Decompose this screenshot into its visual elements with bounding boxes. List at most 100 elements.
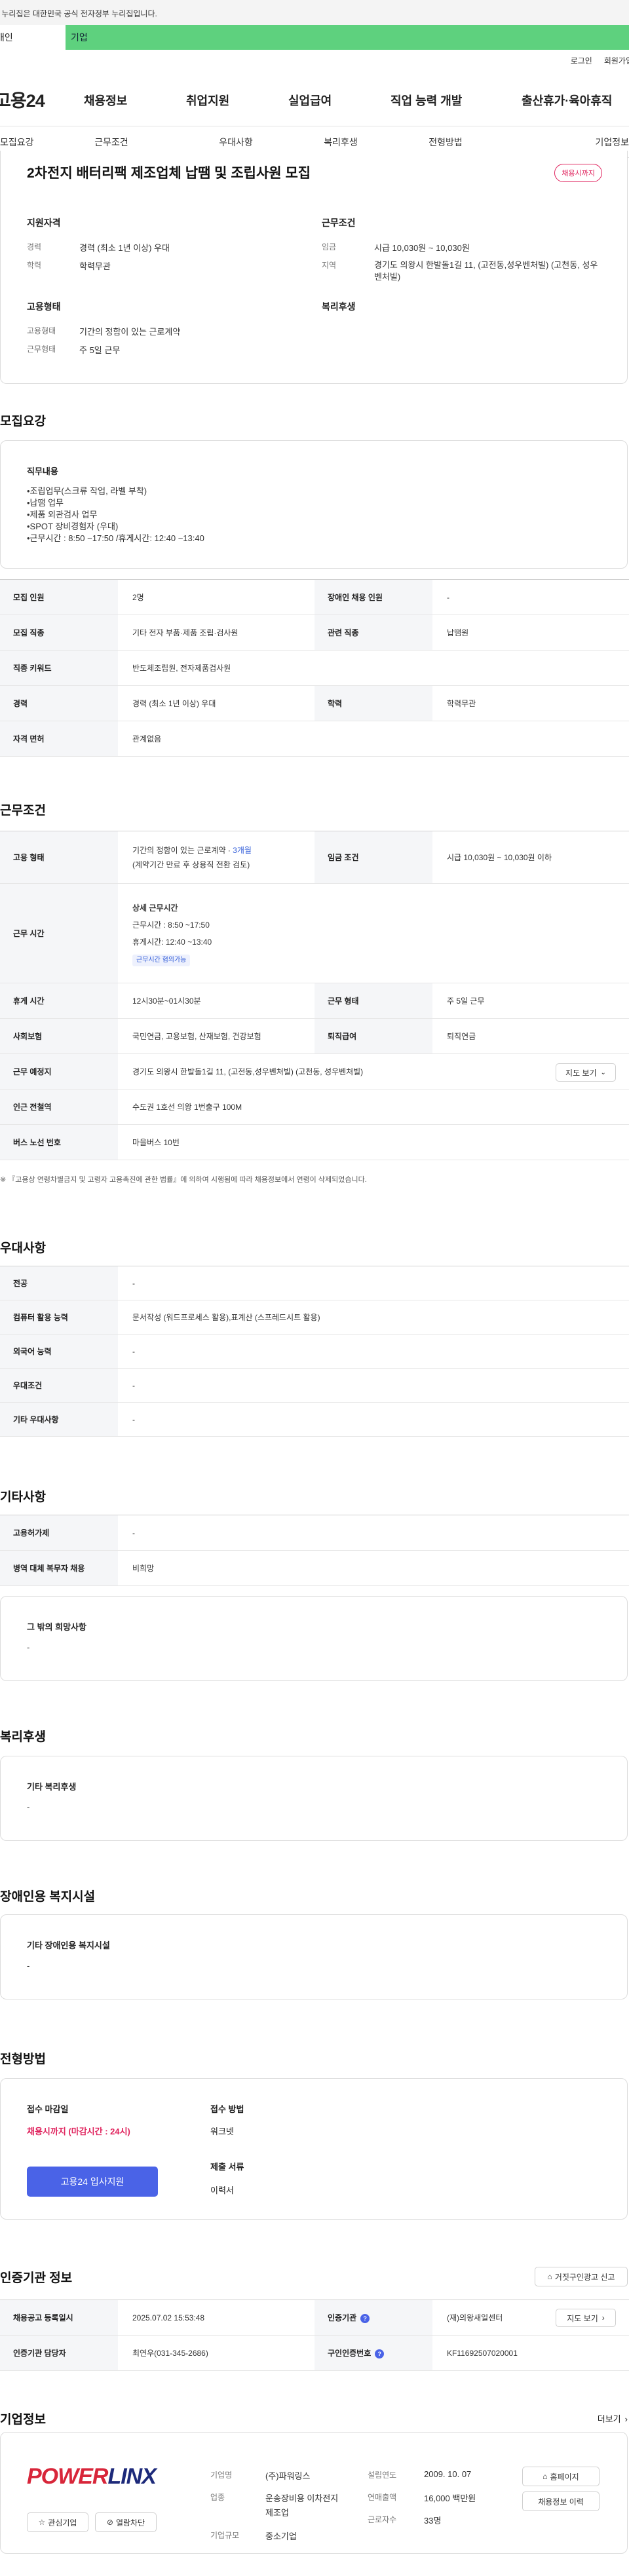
tab-personal[interactable]: 개인 xyxy=(0,25,66,50)
table-cell: 시급 10,030원 ~ 10,030원 이하 xyxy=(432,831,629,884)
method-label: 접수 방법 xyxy=(210,2104,244,2114)
table-header: 임금 조건 xyxy=(314,831,432,884)
nav-parental-leave[interactable]: 출산휴가·육아휴직 xyxy=(522,92,629,109)
tab-company[interactable]: 기업 xyxy=(66,25,88,50)
job-history-button[interactable]: 채용정보 이력 xyxy=(522,2491,600,2511)
table-cell: 비희망 xyxy=(118,1550,629,1586)
table-cell: 관계없음 xyxy=(118,721,629,757)
gov-banner-text: 이 누리집은 대한민국 공식 전자정부 누리집입니다. xyxy=(0,9,157,18)
nav-vocational-training[interactable]: 직업 능력 개발 xyxy=(391,92,522,109)
employees-value: 33명 xyxy=(424,2516,442,2526)
table-cell: - xyxy=(118,1402,629,1437)
snb-pref[interactable]: 우대사항 xyxy=(183,136,288,149)
table-cell: 퇴직연금 xyxy=(432,1018,629,1054)
chevron-right-icon: › xyxy=(601,2313,605,2322)
nav-job-info[interactable]: 채용정보 xyxy=(84,92,186,109)
table-header: 인증기관 담당자 xyxy=(0,2335,118,2371)
est-label: 설립연도 xyxy=(368,2471,397,2480)
table-cell: - xyxy=(118,1515,629,1551)
industry-label: 업종 xyxy=(210,2493,225,2502)
table-cell: 주 5일 근무 xyxy=(432,983,629,1019)
disab-heading: 장애인용 복지시설 xyxy=(0,1890,96,1904)
report-fake-ad-button[interactable]: ⌂ 거짓구인광고 신고 xyxy=(535,2267,628,2286)
duty-item: •SPOT 장비경험자 (우대) xyxy=(27,521,119,531)
cond-title: 근무조건 xyxy=(322,218,356,228)
nav-employment-support[interactable]: 취업지원 xyxy=(186,92,288,109)
worktype-label: 근무형태 xyxy=(27,345,56,354)
login-link[interactable]: 로그인 xyxy=(571,55,592,66)
table-header: 직종 키워드 xyxy=(0,650,118,686)
gov-banner: 이 누리집은 대한민국 공식 전자정부 누리집입니다. xyxy=(0,0,629,25)
table-cell: - xyxy=(118,1334,629,1369)
table-header: 컴퓨터 활용 능력 xyxy=(0,1300,118,1335)
snb-company[interactable]: 기업정보 xyxy=(498,136,629,149)
hours-negotiable-badge: 근무시간 협의가능 xyxy=(132,954,191,966)
table-row: 버스 노선 번호 마을버스 10번 xyxy=(0,1124,629,1160)
info-icon[interactable]: ? xyxy=(360,2314,370,2323)
favorite-company-button[interactable]: ☆ 관심기업 xyxy=(27,2512,88,2532)
user-type-tabs: 개인 기업 xyxy=(0,25,629,50)
deadline-value: 채용시까지 (마감시간 : 24시) xyxy=(27,2127,130,2136)
home-icon: ⌂ xyxy=(543,2472,548,2481)
table-row: 우대조건 - xyxy=(0,1368,629,1403)
etc-table: 고용허가제 - 병역 대체 복무자 채용 비희망 xyxy=(0,1515,629,1586)
block-view-button[interactable]: ⊘ 열람차단 xyxy=(95,2512,157,2532)
hours-break: 휴게시간: 12:40 ~13:40 xyxy=(132,937,212,947)
welfare-box-value: - xyxy=(27,1802,30,1812)
company-size-value: 중소기업 xyxy=(265,2531,297,2541)
edu-label: 학력 xyxy=(27,261,42,270)
chevron-right-icon: › xyxy=(624,2414,628,2424)
cert-heading: 인증기관 정보 xyxy=(0,2271,73,2285)
duty-title: 직무내용 xyxy=(27,466,58,476)
process-heading: 전형방법 xyxy=(0,2053,46,2066)
company-more-link[interactable]: 더보기 › xyxy=(598,2412,628,2425)
hours-work: 근무시간 : 8:50 ~17:50 xyxy=(132,920,210,930)
site-logo[interactable]: 고용24 xyxy=(0,86,45,112)
cert-table: 채용공고 등록일시 2025.07.02 15:53:48 인증기관? (재)의… xyxy=(0,2300,629,2371)
table-cell: KF11692507020001 xyxy=(432,2335,629,2371)
chevron-down-icon: ⌄ xyxy=(600,1069,606,1076)
table-row: 자격 면허 관계없음 xyxy=(0,721,629,757)
process-box: 접수 마감일 채용시까지 (마감시간 : 24시) 고용24 입사지원 접수 방… xyxy=(0,2078,628,2220)
work-table: 고용 형태 기간의 정함이 있는 근로계약 · 3개월 (계약기간 만료 후 상… xyxy=(0,831,629,1160)
method-value: 워크넷 xyxy=(210,2127,234,2136)
work-heading: 근무조건 xyxy=(0,804,46,818)
table-row: 근무 시간 상세 근무시간 근무시간 : 8:50 ~17:50 휴게시간: 1… xyxy=(0,883,629,983)
table-row: 채용공고 등록일시 2025.07.02 15:53:48 인증기관? (재)의… xyxy=(0,2300,629,2336)
snb-process[interactable]: 전형방법 xyxy=(393,136,498,149)
welfare-box: 기타 복리후생 - xyxy=(0,1756,628,1841)
job-summary-card: 2차전지 배터리팩 제조업체 납땜 및 조립사원 모집 채용시까지 지원자격 경… xyxy=(0,151,628,384)
table-cell: 기타 전자 부품·제품 조립·검사원 xyxy=(118,615,314,651)
snb-recruit[interactable]: 모집요강 xyxy=(0,136,39,149)
docs-value: 이력서 xyxy=(210,2186,234,2195)
company-name-value: (주)파워링스 xyxy=(265,2471,311,2481)
docs-label: 제출 서류 xyxy=(210,2162,244,2172)
table-header: 고용허가제 xyxy=(0,1515,118,1551)
table-cell: 문서작성 (워드프로세스 활용),표계산 (스프레드시트 활용) xyxy=(118,1300,629,1335)
homepage-button[interactable]: ⌂ 홈페이지 xyxy=(522,2467,600,2486)
table-cell: 국민연금, 고용보험, 산재보험, 건강보험 xyxy=(118,1018,314,1054)
snb-work[interactable]: 근무조건 xyxy=(39,136,183,149)
duty-item: •제품 외관검사 업무 xyxy=(27,510,98,520)
signup-link[interactable]: 회원가입 xyxy=(604,55,629,66)
pref-heading: 우대사항 xyxy=(0,1241,46,1255)
map-button[interactable]: 지도 보기 ⌄ xyxy=(556,1063,616,1082)
table-cell: - xyxy=(118,1266,629,1300)
cert-map-button[interactable]: 지도 보기 › xyxy=(556,2309,616,2327)
disab-box-value: - xyxy=(27,1961,30,1971)
recruit-heading: 모집요강 xyxy=(0,415,46,428)
disab-box-title: 기타 장애인용 복지시설 xyxy=(27,1941,110,1950)
snb-welfare[interactable]: 복리후생 xyxy=(288,136,393,149)
est-value: 2009. 10. 07 xyxy=(424,2469,472,2479)
recruit-table: 모집 인원 2명 장애인 채용 인원 - 모집 직종 기타 전자 부품·제품 조… xyxy=(0,579,629,757)
table-cell: 학력무관 xyxy=(432,685,629,721)
wage-label: 임금 xyxy=(322,242,337,252)
utility-links: 로그인 회원가입 xyxy=(571,55,629,66)
table-header: 전공 xyxy=(0,1266,118,1300)
table-header: 우대조건 xyxy=(0,1368,118,1403)
table-header: 관련 직종 xyxy=(314,615,432,651)
table-header: 장애인 채용 인원 xyxy=(314,579,432,615)
nav-unemployment-benefit[interactable]: 실업급여 xyxy=(288,92,391,109)
info-icon[interactable]: ? xyxy=(375,2349,385,2358)
apply-button[interactable]: 고용24 입사지원 xyxy=(27,2167,158,2197)
